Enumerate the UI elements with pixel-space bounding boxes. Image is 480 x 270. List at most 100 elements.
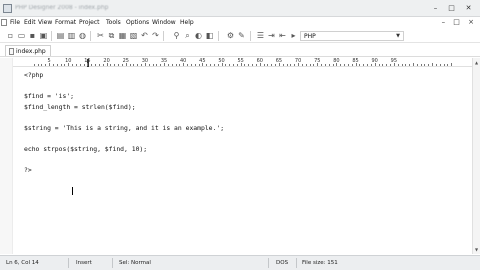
preview-icon[interactable]: ▥ bbox=[67, 31, 76, 40]
ruler-tick bbox=[83, 64, 85, 66]
ruler-label: 60 bbox=[256, 58, 263, 64]
ruler-label: 70 bbox=[294, 58, 302, 64]
print-icon[interactable]: ▤ bbox=[56, 31, 65, 40]
ruler-label: 5 bbox=[47, 58, 51, 64]
ruler-tick bbox=[420, 64, 422, 66]
ruler-tick bbox=[271, 64, 273, 66]
list-icon[interactable]: ☰ bbox=[256, 31, 265, 40]
browser-icon[interactable]: ◍ bbox=[78, 31, 87, 40]
menu-tools[interactable]: Tools bbox=[106, 18, 121, 27]
settings-icon[interactable]: ⚙ bbox=[226, 31, 235, 40]
code-editor[interactable]: I <?php$find = 'is';$find_length = strle… bbox=[13, 67, 471, 254]
toolbar-separator bbox=[163, 31, 164, 41]
ruler-tick bbox=[45, 64, 47, 66]
ruler-tick bbox=[263, 64, 265, 66]
vertical-scrollbar[interactable]: ▲ ▼ bbox=[472, 58, 480, 254]
redo-icon[interactable]: ↷ bbox=[151, 31, 160, 40]
ruler-label: 10 bbox=[65, 58, 72, 64]
status-file-size: File size: 151 bbox=[302, 260, 338, 266]
ruler-tick bbox=[225, 64, 227, 66]
replace-icon[interactable]: ◐ bbox=[194, 31, 203, 40]
ruler-tick bbox=[416, 64, 418, 66]
menu-edit[interactable]: Edit bbox=[24, 18, 36, 27]
php-file-icon bbox=[9, 47, 14, 55]
cut-icon[interactable]: ✂ bbox=[96, 31, 105, 40]
menu-help[interactable]: Help bbox=[180, 18, 194, 27]
title-bar: PHP Designer 2008 - index.php – □ ✕ bbox=[0, 0, 480, 17]
ruler-label: 85 bbox=[352, 58, 359, 64]
ruler-tick bbox=[217, 64, 219, 66]
copy-icon[interactable]: ⧉ bbox=[107, 31, 116, 40]
maximize-button[interactable]: □ bbox=[444, 3, 459, 14]
new-file-icon[interactable]: ▫ bbox=[6, 31, 15, 40]
ruler-tick bbox=[344, 64, 346, 66]
document-window-controls[interactable]: – □ × bbox=[442, 18, 477, 27]
save-icon[interactable]: ▪ bbox=[28, 31, 37, 40]
ruler-tick bbox=[133, 64, 135, 66]
ruler-tick bbox=[64, 64, 66, 66]
document-menu-icon[interactable] bbox=[1, 19, 7, 26]
scroll-up-icon[interactable]: ▲ bbox=[473, 59, 480, 66]
menu-options[interactable]: Options bbox=[126, 18, 149, 27]
menu-format[interactable]: Format bbox=[55, 18, 76, 27]
indent-icon[interactable]: ⇥ bbox=[267, 31, 276, 40]
ruler-tick bbox=[98, 64, 100, 66]
ruler-tick bbox=[328, 64, 330, 66]
ruler-tick bbox=[405, 64, 407, 66]
open-folder-icon[interactable]: ▭ bbox=[17, 31, 26, 40]
menu-view[interactable]: View bbox=[38, 18, 52, 27]
ruler-tick bbox=[428, 64, 430, 66]
ruler-tick bbox=[294, 64, 296, 66]
ruler-tick bbox=[79, 64, 81, 66]
ruler-label: 30 bbox=[141, 58, 149, 64]
outdent-icon[interactable]: ⇤ bbox=[278, 31, 287, 40]
ruler-tick bbox=[110, 64, 112, 66]
tab-bar: index.php bbox=[0, 44, 480, 57]
menu-project[interactable]: Project bbox=[79, 18, 100, 27]
comment-icon[interactable]: ▸ bbox=[289, 31, 298, 40]
undo-icon[interactable]: ↶ bbox=[140, 31, 149, 40]
paste-icon[interactable]: ▦ bbox=[118, 31, 127, 40]
find-next-icon[interactable]: ⌕ bbox=[183, 31, 192, 40]
ruler-tick bbox=[152, 64, 154, 66]
toolbar-separator bbox=[218, 31, 219, 41]
ruler-tick bbox=[167, 64, 169, 66]
ruler-label: 20 bbox=[103, 58, 110, 64]
ruler-tick bbox=[435, 64, 437, 66]
ruler-tick bbox=[210, 64, 211, 66]
status-mode: Insert bbox=[76, 260, 92, 266]
status-separator bbox=[68, 258, 69, 268]
code-line: $string = 'This is a string, and it is a… bbox=[24, 123, 225, 132]
find-icon[interactable]: ⚲ bbox=[172, 31, 181, 40]
menu-file[interactable]: File bbox=[10, 18, 20, 27]
bookmark-icon[interactable]: ◧ bbox=[205, 31, 214, 40]
code-line: ?> bbox=[24, 165, 32, 174]
ruler-tick bbox=[439, 64, 441, 66]
ruler-tick bbox=[56, 64, 58, 66]
tools-icon[interactable]: ✎ bbox=[237, 31, 246, 40]
code-line: $find = 'is'; bbox=[24, 92, 75, 100]
scroll-down-icon[interactable]: ▼ bbox=[473, 246, 480, 253]
tab-index-php[interactable]: index.php bbox=[5, 45, 51, 56]
status-position: Ln 6, Col 14 bbox=[6, 260, 39, 266]
ruler-tick bbox=[198, 64, 200, 66]
tab-label: index.php bbox=[16, 47, 46, 55]
ruler-tick bbox=[282, 64, 284, 66]
ruler-tick bbox=[91, 64, 93, 66]
delete-icon[interactable]: ▧ bbox=[129, 31, 138, 40]
ruler-label: 95 bbox=[390, 58, 398, 64]
close-button[interactable]: ✕ bbox=[460, 3, 477, 14]
syntax-select[interactable]: PHP ▼ bbox=[300, 31, 404, 41]
menu-window[interactable]: Window bbox=[152, 18, 176, 27]
ruler-tick bbox=[321, 64, 323, 66]
status-separator bbox=[112, 258, 113, 268]
minimize-button[interactable]: – bbox=[428, 3, 443, 14]
ruler-label: 40 bbox=[180, 58, 187, 64]
status-separator bbox=[268, 258, 269, 268]
ruler-tick bbox=[190, 64, 192, 66]
ruler-tick bbox=[432, 63, 434, 66]
save-all-icon[interactable]: ▣ bbox=[39, 31, 48, 40]
ruler-tick bbox=[340, 64, 342, 66]
ruler-tick bbox=[118, 64, 120, 66]
ruler-tick bbox=[232, 64, 234, 66]
